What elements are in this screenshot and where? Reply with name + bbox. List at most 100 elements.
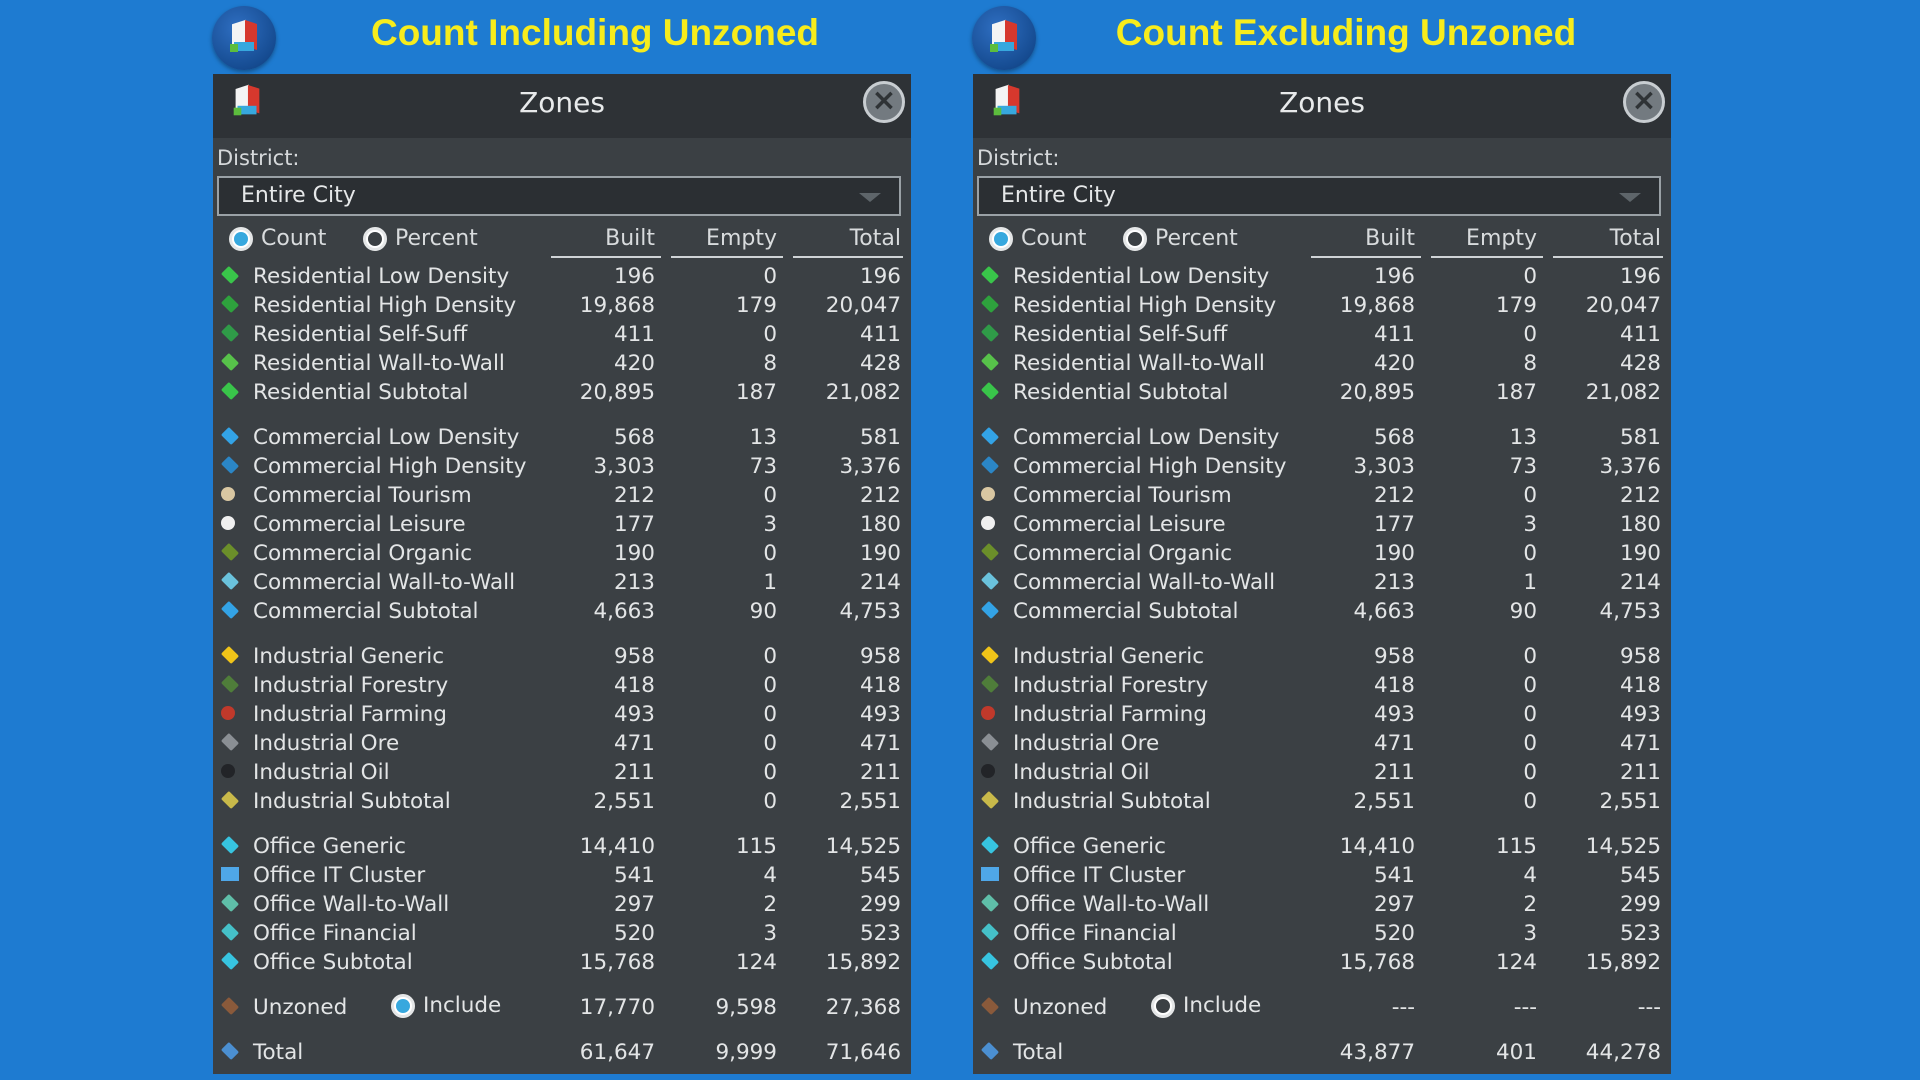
cell-empty: 73 [749, 454, 777, 479]
cell-total: 27,368 [825, 995, 901, 1020]
include-unzoned-radio[interactable]: Include [391, 993, 501, 1018]
district-dropdown[interactable]: Entire City [217, 176, 901, 216]
table-row: Residential Self-Suff 411 0 411 [973, 320, 1671, 349]
row-label: Residential Self-Suff [253, 322, 468, 347]
residential-icon [220, 265, 240, 285]
cell-empty: 401 [1495, 1040, 1537, 1065]
cell-empty: 187 [1495, 380, 1537, 405]
cell-built: 541 [613, 863, 655, 888]
cell-total: 4,753 [839, 599, 901, 624]
cell-built: 2,551 [1353, 789, 1415, 814]
close-icon[interactable]: × [863, 81, 905, 123]
header-divider [1431, 256, 1543, 258]
radio-selected-icon [391, 994, 415, 1018]
cell-built: 4,663 [593, 599, 655, 624]
forestry-tree-icon [220, 674, 240, 694]
cell-total: 3,376 [839, 454, 901, 479]
cell-built: 15,768 [579, 950, 655, 975]
column-header-built: Built [1365, 226, 1415, 251]
table-row: Residential Self-Suff 411 0 411 [213, 320, 911, 349]
cell-empty: 0 [1523, 731, 1537, 756]
cell-total: 21,082 [1585, 380, 1661, 405]
row-label: Industrial Oil [253, 760, 390, 785]
table-row: Commercial Wall-to-Wall 213 1 214 [973, 568, 1671, 597]
cell-total: 545 [859, 863, 901, 888]
row-label: Commercial High Density [253, 454, 527, 479]
cell-total: 411 [859, 322, 901, 347]
cell-total: 2,551 [839, 789, 901, 814]
panel-title: Zones [1279, 86, 1365, 119]
row-label: Commercial Wall-to-Wall [1013, 570, 1276, 595]
cell-built: 14,410 [1339, 834, 1415, 859]
cell-empty: 3 [763, 921, 777, 946]
row-label: Residential Self-Suff [1013, 322, 1228, 347]
row-label: Office IT Cluster [253, 863, 426, 888]
row-label: Residential Subtotal [253, 380, 469, 405]
row-label: Industrial Ore [253, 731, 400, 756]
zones-panel-right: Zones × District: Entire City Count Perc… [973, 74, 1671, 1074]
app-logo-icon [972, 6, 1036, 70]
cell-empty: 2 [1523, 892, 1537, 917]
cell-total: 212 [1619, 483, 1661, 508]
district-value: Entire City [1001, 183, 1116, 208]
residential-icon [980, 294, 1000, 314]
tourism-icon [981, 487, 995, 501]
header-divider [793, 256, 903, 258]
table-row: Residential Subtotal 20,895 187 21,082 [213, 378, 911, 407]
table-row: Office Wall-to-Wall 297 2 299 [213, 890, 911, 919]
count-radio[interactable]: Count [989, 226, 1086, 251]
table-row: Industrial Oil 211 0 211 [973, 758, 1671, 787]
commercial-icon [220, 455, 240, 475]
row-label: Total [1013, 1040, 1064, 1065]
cell-total: 212 [859, 483, 901, 508]
cell-built: 211 [613, 760, 655, 785]
industrial-icon [980, 790, 1000, 810]
cell-built: 568 [1373, 425, 1415, 450]
cell-empty: 1 [1523, 570, 1537, 595]
table-row: Unzoned Include 17,770 9,598 27,368 [213, 993, 911, 1022]
cell-empty: 0 [1523, 789, 1537, 814]
right-headline: Count Excluding Unzoned [1115, 12, 1577, 53]
table-row: Residential Subtotal 20,895 187 21,082 [973, 378, 1671, 407]
percent-radio[interactable]: Percent [1123, 226, 1238, 251]
cell-built: 3,303 [1353, 454, 1415, 479]
table-row: Total 43,877 401 44,278 [973, 1038, 1671, 1067]
table-row: Office Generic 14,410 115 14,525 [213, 832, 911, 861]
cell-empty: 9,598 [715, 995, 777, 1020]
column-header-built: Built [605, 226, 655, 251]
chevron-down-icon [859, 193, 881, 202]
percent-radio[interactable]: Percent [363, 226, 478, 251]
table-row: Commercial Leisure 177 3 180 [213, 510, 911, 539]
cell-empty: 115 [735, 834, 777, 859]
office-icon [220, 922, 240, 942]
column-header-total: Total [1609, 226, 1661, 251]
table-row: Industrial Farming 493 0 493 [213, 700, 911, 729]
cell-total: 523 [1619, 921, 1661, 946]
cell-total: 14,525 [825, 834, 901, 859]
table-row: Commercial Leisure 177 3 180 [973, 510, 1671, 539]
close-icon[interactable]: × [1623, 81, 1665, 123]
cell-built: 19,868 [579, 293, 655, 318]
cell-empty: 3 [1523, 921, 1537, 946]
count-radio[interactable]: Count [229, 226, 326, 251]
district-dropdown[interactable]: Entire City [977, 176, 1661, 216]
column-header-total: Total [849, 226, 901, 251]
cell-empty: 0 [763, 264, 777, 289]
total-icon [220, 1041, 240, 1061]
include-unzoned-radio[interactable]: Include [1151, 993, 1261, 1018]
cell-built: 17,770 [579, 995, 655, 1020]
cell-total: 15,892 [1585, 950, 1661, 975]
table-row: Industrial Farming 493 0 493 [973, 700, 1671, 729]
organic-leaf-icon [980, 542, 1000, 562]
row-label: Industrial Farming [1013, 702, 1207, 727]
office-icon [220, 835, 240, 855]
row-label: Office Generic [253, 834, 406, 859]
cell-empty: 124 [1495, 950, 1537, 975]
cell-built: 493 [1373, 702, 1415, 727]
table-row: Office Generic 14,410 115 14,525 [973, 832, 1671, 861]
cell-total: 190 [1619, 541, 1661, 566]
cell-total: 428 [859, 351, 901, 376]
residential-icon [980, 381, 1000, 401]
cell-empty: 124 [735, 950, 777, 975]
cell-empty: 115 [1495, 834, 1537, 859]
